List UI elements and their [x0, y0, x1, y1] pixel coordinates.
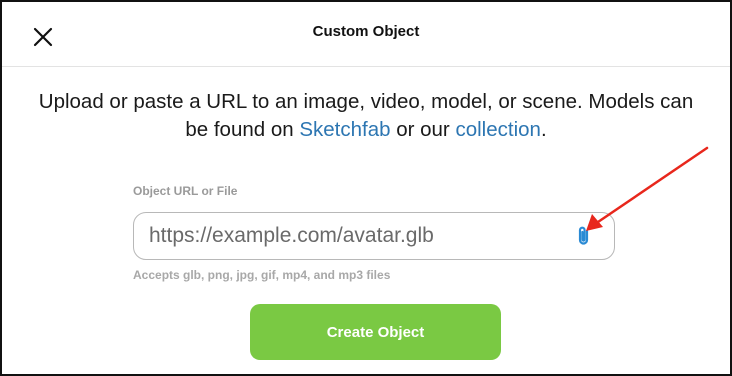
- dialog-description: Upload or paste a URL to an image, video…: [32, 88, 700, 144]
- create-object-button[interactable]: Create Object: [250, 304, 501, 360]
- dialog-header: Custom Object: [2, 2, 730, 67]
- paperclip-icon[interactable]: [572, 224, 596, 248]
- accepted-formats-hint: Accepts glb, png, jpg, gif, mp4, and mp3…: [133, 268, 391, 282]
- collection-link[interactable]: collection: [455, 118, 540, 141]
- object-url-input[interactable]: [149, 219, 564, 253]
- sketchfab-link[interactable]: Sketchfab: [299, 118, 390, 141]
- description-text-end: .: [540, 118, 547, 141]
- custom-object-dialog: Custom Object Upload or paste a URL to a…: [0, 0, 732, 376]
- description-text-middle: or our: [390, 118, 456, 141]
- object-url-label: Object URL or File: [133, 184, 238, 198]
- dialog-title: Custom Object: [312, 23, 420, 40]
- object-url-field: [133, 212, 615, 260]
